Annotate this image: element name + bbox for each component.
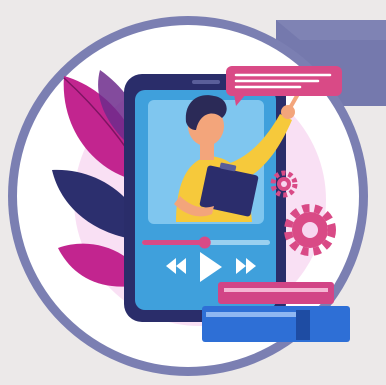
book-blue-spine (296, 310, 310, 340)
teacher-hand (281, 105, 295, 119)
progress-fill (142, 240, 205, 245)
book-pink-pages (224, 288, 328, 292)
video-lesson-illustration (8, 16, 386, 376)
phone-speaker (192, 80, 220, 84)
book-blue-pages (206, 312, 306, 317)
gear-icon-large (284, 204, 336, 256)
book-blue (202, 306, 350, 342)
books (202, 282, 350, 342)
progress-knob[interactable] (198, 236, 211, 249)
book-pink (218, 282, 334, 304)
